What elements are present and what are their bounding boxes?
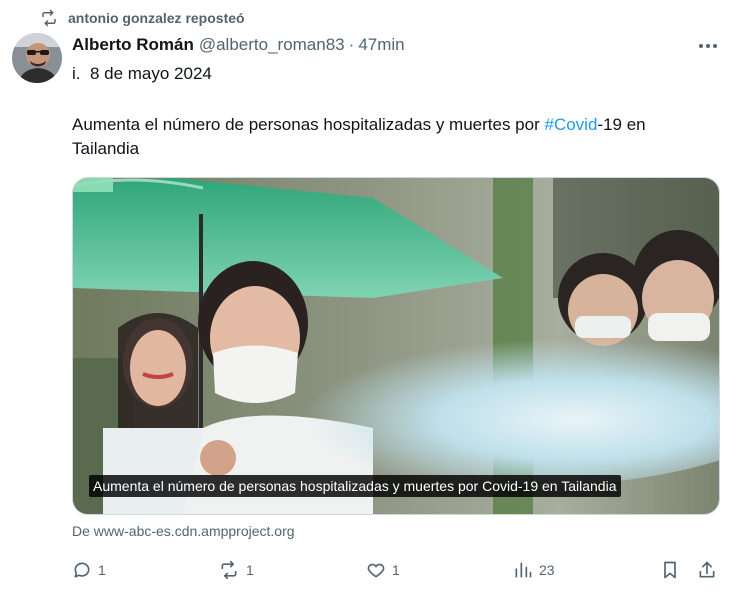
bookmark-button[interactable] [660,555,680,585]
reply-button[interactable]: 1 [72,555,106,585]
tweet-text-start: Aumenta el número de personas hospitaliz… [72,115,545,134]
date-line: i. 8 de mayo 2024 [72,64,212,83]
author-handle[interactable]: @alberto_roman83 [199,35,345,55]
reply-icon [72,560,92,580]
repost-text[interactable]: antonio gonzalez reposteó [68,10,245,26]
tweet-card[interactable]: antonio gonzalez reposteó Alberto Román … [0,0,736,598]
views-count: 23 [539,562,555,578]
link-source[interactable]: De www-abc-es.cdn.ampproject.org [72,523,295,539]
tweet-text: Aumenta el número de personas hospitaliz… [72,113,712,161]
reply-count: 1 [98,562,106,578]
views-button[interactable]: 23 [513,555,555,585]
like-button[interactable]: 1 [366,555,400,585]
media-caption: Aumenta el número de personas hospitaliz… [89,475,621,497]
share-button[interactable] [697,555,717,585]
tweet-header: Alberto Román @alberto_roman83 · 47min [72,35,405,55]
views-chart-icon [513,560,533,580]
action-bar: 1 1 1 23 [72,555,722,585]
media-card[interactable]: Aumenta el número de personas hospitaliz… [72,177,720,515]
hashtag-link[interactable]: #Covid [544,115,597,134]
avatar[interactable] [12,33,62,83]
bookmark-icon [660,560,680,580]
author-name[interactable]: Alberto Román [72,35,194,55]
repost-indicator: antonio gonzalez reposteó [40,6,245,30]
repost-button[interactable]: 1 [218,555,254,585]
more-options-icon[interactable] [696,36,720,56]
repost-icon [218,560,240,580]
repost-count: 1 [246,562,254,578]
share-icon [697,560,717,580]
separator: · [348,35,355,54]
like-count: 1 [392,562,400,578]
repost-icon [40,9,58,27]
heart-icon [366,560,386,580]
timestamp[interactable]: 47min [358,35,404,55]
media-image [73,178,719,514]
